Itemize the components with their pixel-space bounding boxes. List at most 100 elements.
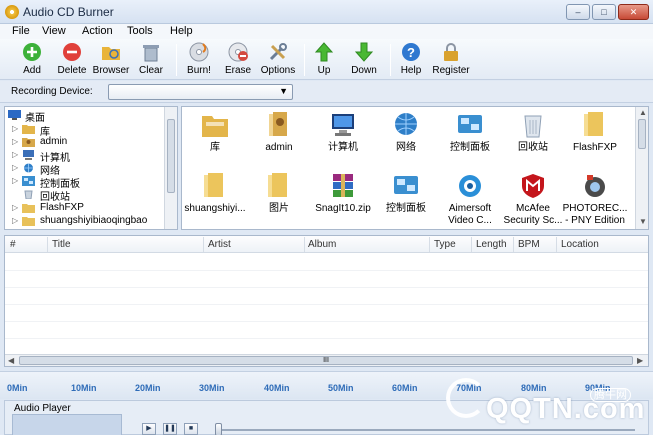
maximize-button[interactable]: □ xyxy=(592,4,616,20)
folder-icon xyxy=(584,112,603,136)
menu-view[interactable]: View xyxy=(42,25,66,37)
menu-help[interactable]: Help xyxy=(170,25,193,37)
timeline-mark: 50Min xyxy=(328,383,354,393)
file-item-snagit-zip[interactable]: SnagIt10.zip xyxy=(310,170,376,228)
file-item-aimersoft[interactable]: Aimersoft Video C... xyxy=(437,170,503,228)
file-item-flashfxp[interactable]: FlashFXP xyxy=(562,109,628,167)
column-artist[interactable]: Artist xyxy=(208,239,231,250)
column-album[interactable]: Album xyxy=(308,239,336,250)
burn-label: Burn! xyxy=(187,65,211,76)
down-label: Down xyxy=(351,65,377,76)
recycle-bin-icon xyxy=(24,190,33,199)
network-icon xyxy=(395,113,417,135)
recording-device-bar: Recording Device: ▼ xyxy=(0,81,653,103)
user-folder-icon xyxy=(269,112,287,136)
column-title[interactable]: Title xyxy=(52,239,71,250)
delete-label: Delete xyxy=(57,65,87,76)
lock-icon xyxy=(444,43,458,61)
tree-scroll-thumb[interactable] xyxy=(167,119,175,193)
file-browser-pane[interactable]: 库 admin 计算机 网络 控制面板 回收站 FlashFXP shuangs… xyxy=(181,106,649,230)
erase-label: Erase xyxy=(224,65,252,76)
file-item-control-panel-2[interactable]: 控制面板 xyxy=(373,170,439,228)
erase-disc-icon xyxy=(228,42,248,62)
library-folder-icon xyxy=(202,116,228,137)
toolbar-separator xyxy=(390,44,391,76)
folder-tree[interactable]: 桌面 ▷ 库 ▷ admin ▷ 计算机 ▷ 网络 ▷ 控制面板 回收站 ▷ F… xyxy=(4,106,178,230)
cd-app-icon xyxy=(5,5,19,19)
file-item-recycle-bin[interactable]: 回收站 xyxy=(500,109,566,167)
file-item-pictures[interactable]: 图片 xyxy=(246,170,312,228)
recording-device-select[interactable]: ▼ xyxy=(108,84,293,100)
register-label: Register xyxy=(432,65,470,76)
help-label: Help xyxy=(400,65,422,76)
column-location[interactable]: Location xyxy=(561,239,599,250)
column-length[interactable]: Length xyxy=(476,239,507,250)
pause-button[interactable]: ❚❚ xyxy=(163,423,177,435)
tree-scrollbar[interactable] xyxy=(164,107,177,229)
scroll-up-icon[interactable]: ▲ xyxy=(639,108,647,117)
help-icon: ? xyxy=(402,43,420,61)
timeline-mark: 0Min xyxy=(7,383,28,393)
file-item-photorec[interactable]: PHOTOREC... - PNY Edition xyxy=(562,170,628,228)
toolbar: Add Delete Browser Clear Burn! Erase Opt… xyxy=(0,39,653,80)
file-item-computer[interactable]: 计算机 xyxy=(310,109,376,167)
clear-button[interactable]: Clear xyxy=(134,41,168,78)
timeline-mark: 10Min xyxy=(71,383,97,393)
stop-button[interactable]: ■ xyxy=(184,423,198,435)
erase-button[interactable]: Erase xyxy=(220,41,256,78)
title-bar: Audio CD Burner – □ ✕ xyxy=(0,0,653,24)
seek-slider-handle[interactable] xyxy=(215,423,222,435)
column-bpm[interactable]: BPM xyxy=(518,239,540,250)
menu-action[interactable]: Action xyxy=(82,25,113,37)
folder-icon xyxy=(22,217,35,226)
file-item-library[interactable]: 库 xyxy=(182,109,248,167)
close-button[interactable]: ✕ xyxy=(618,4,649,20)
minimize-button[interactable]: – xyxy=(566,4,590,20)
file-item-network[interactable]: 网络 xyxy=(373,109,439,167)
file-pane-scrollbar[interactable]: ▲ ▼ xyxy=(635,107,648,229)
options-button[interactable]: Options xyxy=(259,41,297,78)
help-button[interactable]: ? Help xyxy=(397,41,425,78)
library-folder-icon xyxy=(22,125,35,134)
file-item-shuangshiyi[interactable]: shuangshiyi... xyxy=(182,170,248,228)
delete-button[interactable]: Delete xyxy=(52,41,92,78)
add-icon xyxy=(23,43,41,61)
file-item-control-panel[interactable]: 控制面板 xyxy=(437,109,503,167)
add-label: Add xyxy=(23,65,41,76)
scroll-right-icon[interactable]: ▶ xyxy=(637,356,643,365)
seek-track[interactable] xyxy=(215,429,635,431)
track-list-scroll-thumb[interactable]: III xyxy=(19,356,633,365)
options-label: Options xyxy=(260,65,296,76)
up-arrow-icon xyxy=(314,42,334,62)
burn-button[interactable]: Burn! xyxy=(182,41,216,78)
track-list-hscrollbar[interactable]: ◀ III ▶ xyxy=(5,354,648,366)
window-title: Audio CD Burner xyxy=(23,5,114,19)
file-item-admin[interactable]: admin xyxy=(246,109,312,167)
toolbar-separator xyxy=(176,44,177,76)
timeline-mark: 80Min xyxy=(521,383,547,393)
browser-button[interactable]: Browser xyxy=(92,41,130,78)
up-button[interactable]: Up xyxy=(311,41,337,78)
file-pane-scroll-thumb[interactable] xyxy=(638,119,646,149)
winrar-archive-icon xyxy=(333,174,353,197)
scroll-down-icon[interactable]: ▼ xyxy=(639,217,647,226)
menu-file[interactable]: File xyxy=(12,25,30,37)
scroll-left-icon[interactable]: ◀ xyxy=(8,356,14,365)
delete-icon xyxy=(63,43,81,61)
up-label: Up xyxy=(317,65,331,76)
menu-tools[interactable]: Tools xyxy=(127,25,153,37)
clear-icon xyxy=(143,45,159,62)
desktop-icon xyxy=(8,110,21,120)
menu-bar: File View Action Tools Help xyxy=(0,24,653,39)
file-item-mcafee[interactable]: McAfee Security Sc... xyxy=(500,170,566,228)
register-button[interactable]: Register xyxy=(431,41,471,78)
add-button[interactable]: Add xyxy=(12,41,52,78)
column-type[interactable]: Type xyxy=(434,239,456,250)
track-list[interactable]: # Title Artist Album Type Length BPM Loc… xyxy=(4,235,649,367)
play-button[interactable]: ▶ xyxy=(142,423,156,435)
timeline-mark: 20Min xyxy=(135,383,161,393)
down-button[interactable]: Down xyxy=(348,41,380,78)
column-number[interactable]: # xyxy=(10,239,16,250)
timeline-mark: 40Min xyxy=(264,383,290,393)
track-list-header: # Title Artist Album Type Length BPM Loc… xyxy=(5,236,648,253)
